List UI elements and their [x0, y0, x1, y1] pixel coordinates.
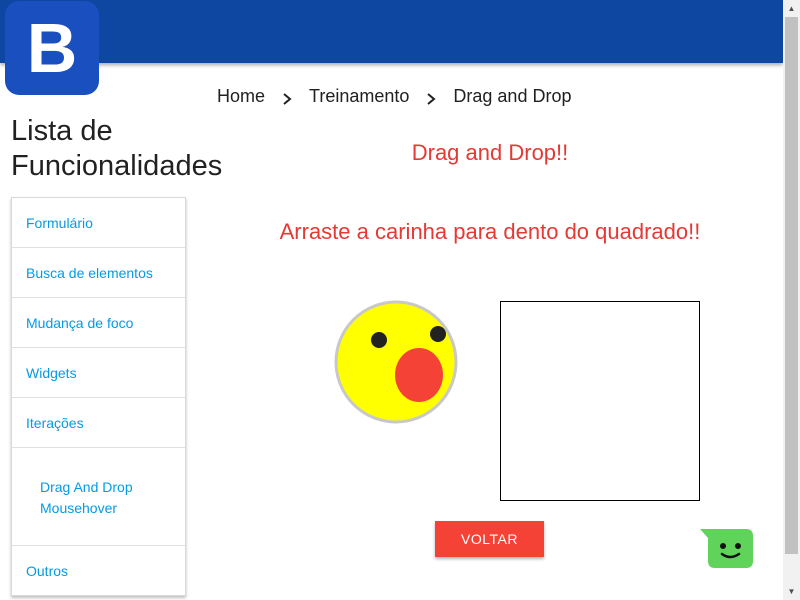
chevron-right-icon: [283, 92, 292, 105]
breadcrumb-home[interactable]: Home: [217, 86, 265, 107]
back-button[interactable]: VOLTAR: [435, 521, 544, 557]
breadcrumb-treinamento[interactable]: Treinamento: [309, 86, 409, 107]
sidebar-item-iteracoes[interactable]: Iterações: [12, 398, 185, 448]
sidebar-subitem-mousehover[interactable]: Mousehover: [40, 498, 185, 519]
sidebar-item-mudanca-de-foco[interactable]: Mudança de foco: [12, 298, 185, 348]
instruction-text: Arraste a carinha para dento do quadrado…: [279, 219, 701, 244]
sidebar-item-formulario[interactable]: Formulário: [12, 198, 185, 248]
app-logo[interactable]: B: [5, 1, 99, 95]
sidebar-item-outros[interactable]: Outros: [12, 546, 185, 595]
drop-target-square[interactable]: [500, 301, 700, 501]
vertical-scrollbar[interactable]: ▲ ▼: [783, 0, 800, 600]
chat-smiley-icon[interactable]: [700, 528, 754, 568]
surprised-face-icon[interactable]: [334, 300, 458, 424]
breadcrumb: Home Treinamento Drag and Drop: [217, 86, 571, 107]
logo-letter: B: [26, 9, 78, 87]
sidebar-item-busca-de-elementos[interactable]: Busca de elementos: [12, 248, 185, 298]
scroll-up-arrow-icon[interactable]: ▲: [783, 0, 800, 17]
chevron-right-icon: [427, 92, 436, 105]
sidebar-submenu-iteracoes: Drag And Drop Mousehover: [12, 448, 185, 546]
breadcrumb-drag-and-drop: Drag and Drop: [453, 86, 572, 106]
sidebar-subitem-drag-and-drop[interactable]: Drag And Drop: [40, 477, 185, 498]
sidebar-menu: Formulário Busca de elementos Mudança de…: [11, 197, 186, 596]
page-title: Drag and Drop!!: [411, 140, 569, 165]
scroll-thumb[interactable]: [785, 17, 798, 554]
top-app-bar: [0, 0, 783, 63]
sidebar-item-widgets[interactable]: Widgets: [12, 348, 185, 398]
scroll-down-arrow-icon[interactable]: ▼: [783, 583, 800, 600]
